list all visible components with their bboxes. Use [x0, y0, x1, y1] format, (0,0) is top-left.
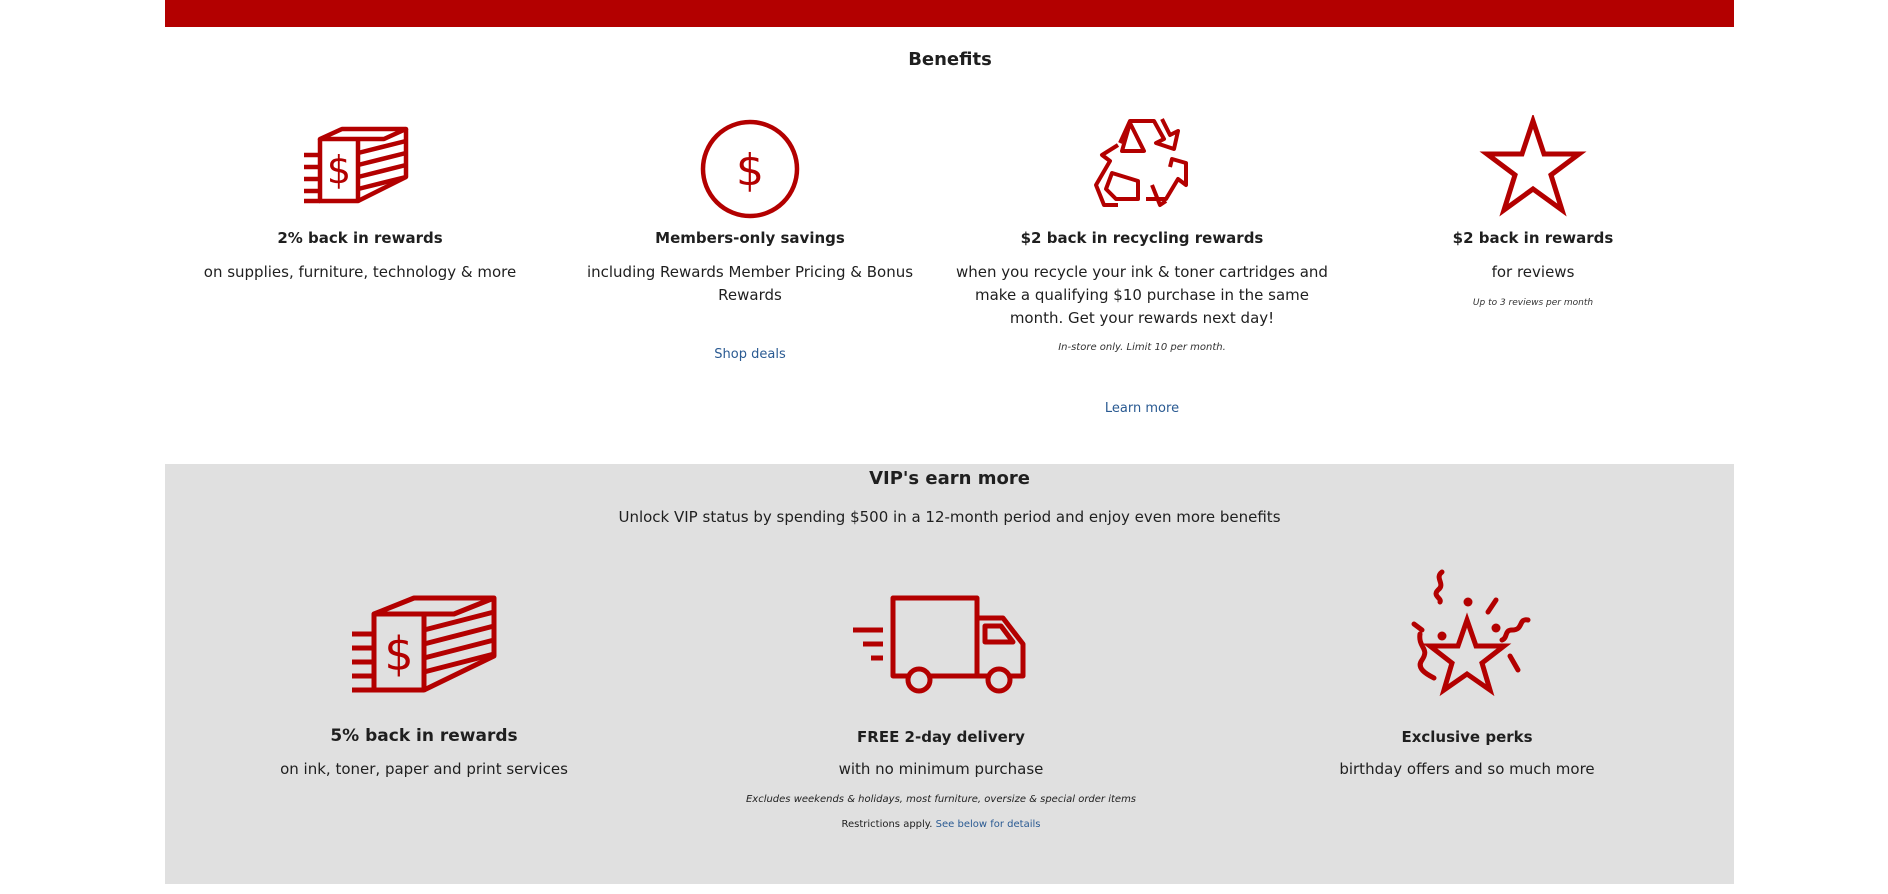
celebration-star-icon [1237, 568, 1697, 708]
benefit-title: $2 back in rewards [1452, 229, 1614, 247]
top-brand-bar [165, 0, 1734, 27]
benefit-title: Members-only savings [655, 229, 845, 247]
vip-item-perks: Exclusive perks birthday offers and so m… [1237, 568, 1697, 778]
vip-item-title: 5% back in rewards [330, 726, 518, 746]
benefit-desc: when you recycle your ink & toner cartri… [956, 263, 1328, 327]
vip-item-rewards: $ 5% back in rewards on ink, toner, pape… [194, 594, 654, 778]
cash-stack-icon: $ [194, 594, 654, 694]
learn-more-link[interactable]: Learn more [1105, 401, 1179, 416]
benefit-title: $2 back in recycling rewards [1020, 229, 1264, 247]
benefit-members-savings: $ Members-only savings including Rewards… [560, 115, 940, 362]
benefit-desc: for reviews [1491, 263, 1575, 281]
vip-heading: VIP's earn more [869, 468, 1030, 489]
benefit-rewards: $ 2% back in rewards on supplies, furnit… [170, 115, 550, 284]
vip-item-desc: with no minimum purchase [838, 760, 1044, 778]
benefit-recycling: $2 back in recycling rewards when you re… [952, 115, 1332, 416]
restrictions-prefix: Restrictions apply. [841, 819, 933, 830]
benefits-heading: Benefits [908, 49, 992, 70]
benefit-desc: on supplies, furniture, technology & mor… [203, 263, 517, 281]
dollar-circle-icon: $ [690, 115, 810, 225]
vip-item-desc: birthday offers and so much more [1339, 760, 1595, 778]
vip-section: VIP's earn more Unlock VIP status by spe… [165, 464, 1734, 884]
benefit-note: In-store only. Limit 10 per month. [1058, 342, 1226, 353]
vip-item-note: Excludes weekends & holidays, most furni… [745, 794, 1137, 805]
vip-item-title: FREE 2-day delivery [857, 728, 1025, 746]
vip-item-desc: on ink, toner, paper and print services [280, 760, 568, 778]
benefit-note: Up to 3 reviews per month [1472, 298, 1594, 308]
benefit-title: 2% back in rewards [277, 229, 443, 247]
star-icon [1473, 113, 1593, 225]
vip-item-delivery: FREE 2-day delivery with no minimum purc… [711, 594, 1171, 830]
svg-text:$: $ [327, 148, 351, 192]
svg-text:$: $ [384, 627, 413, 681]
recycle-icon [1082, 115, 1202, 225]
benefit-desc: including Rewards Member Pricing & Bonus… [586, 263, 914, 304]
benefit-reviews: $2 back in rewards for reviews Up to 3 r… [1343, 113, 1723, 308]
cash-stack-icon: $ [300, 115, 420, 225]
svg-text:$: $ [736, 145, 764, 196]
vip-subtitle: Unlock VIP status by spending $500 in a … [618, 508, 1281, 526]
shop-deals-link[interactable]: Shop deals [714, 347, 785, 362]
vip-item-title: Exclusive perks [1401, 728, 1533, 746]
delivery-truck-icon [711, 594, 1171, 694]
restrictions-text: Restrictions apply. See below for detail… [711, 819, 1171, 830]
see-details-link[interactable]: See below for details [936, 819, 1041, 830]
